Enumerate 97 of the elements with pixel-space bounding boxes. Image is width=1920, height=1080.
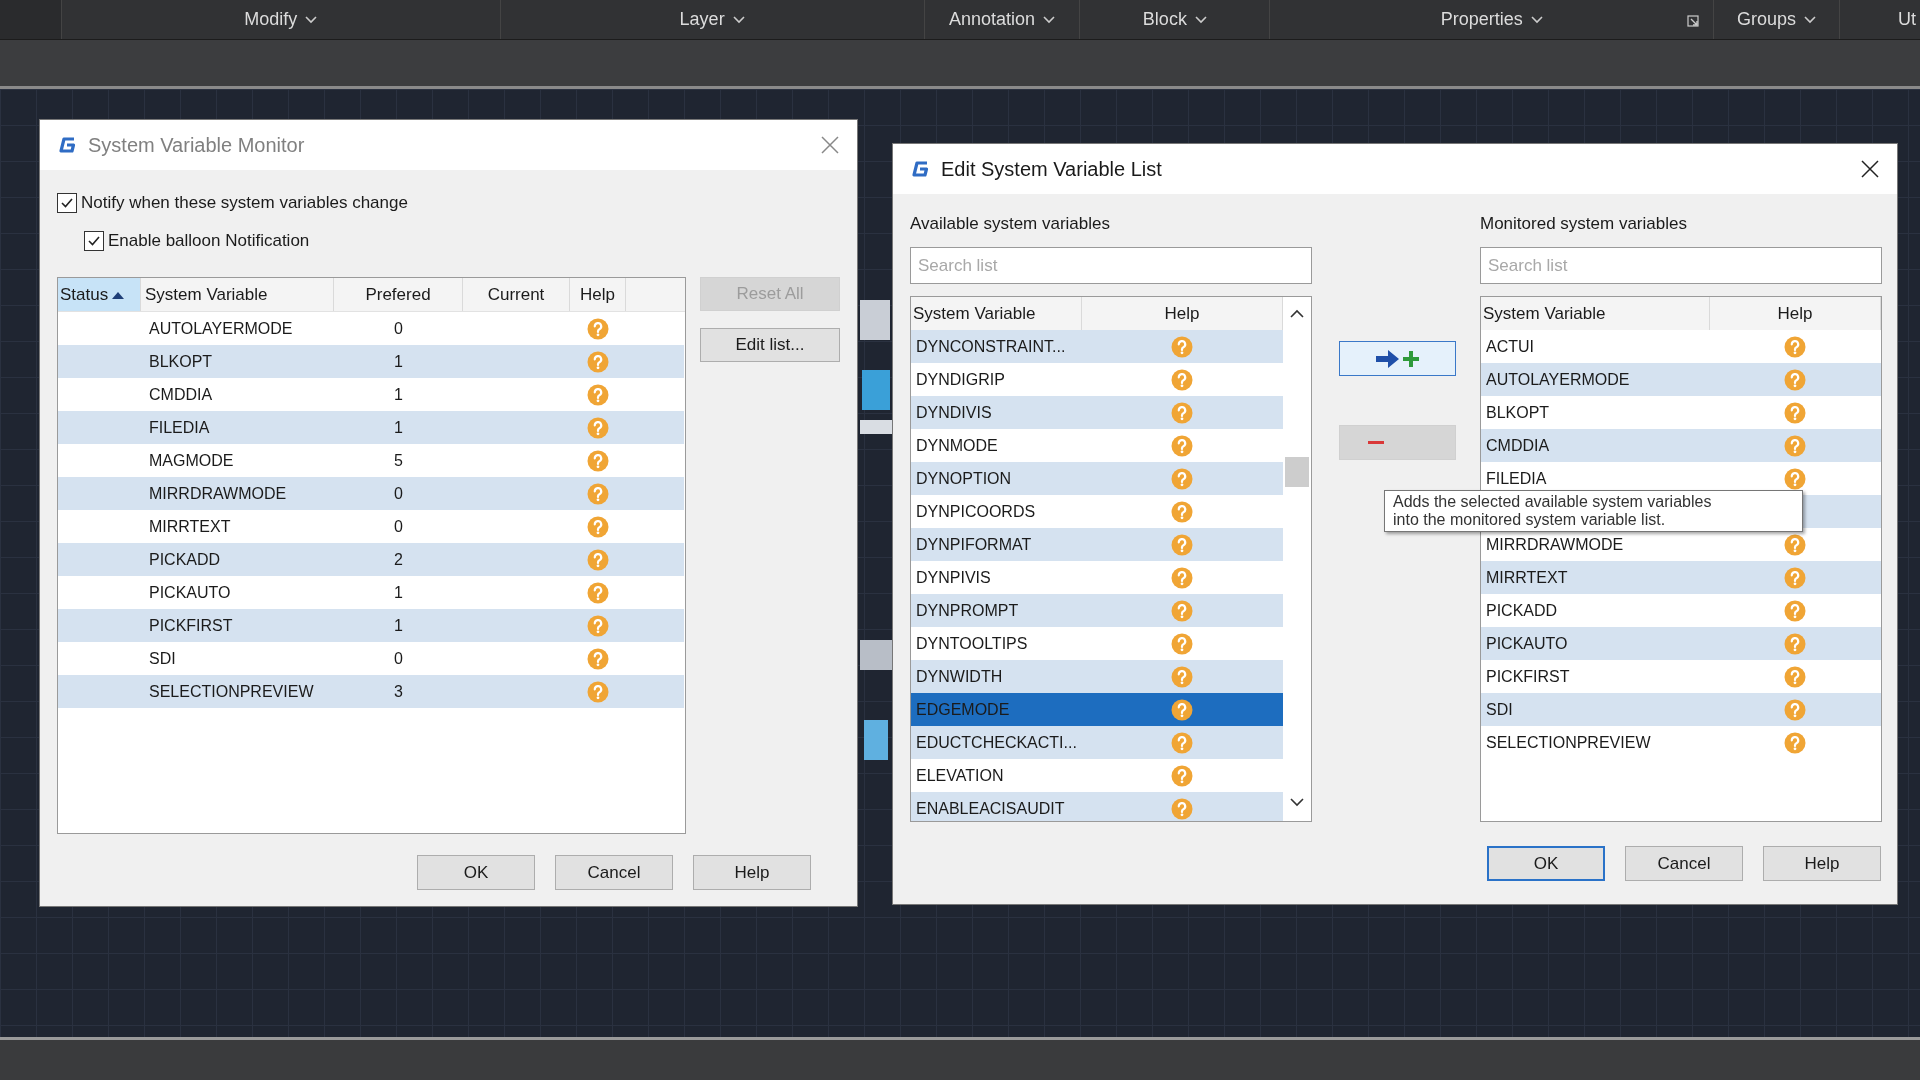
tooltip: Adds the selected available system variables into the monitored system variable list.: [1384, 490, 1803, 532]
column-header[interactable]: Prefered: [334, 278, 463, 311]
list-row[interactable]: DYNOPTION: [911, 462, 1283, 495]
dialog-button[interactable]: Edit list...: [700, 328, 840, 362]
column-header[interactable]: Current: [463, 278, 570, 311]
checkbox-label: Notify when these system variables change: [81, 193, 408, 213]
list-row[interactable]: PICKFIRST: [1481, 660, 1881, 693]
list-row[interactable]: EDUCTCHECKACTI...: [911, 726, 1283, 759]
dialog-title: System Variable Monitor: [88, 133, 306, 157]
list-row[interactable]: SDI: [1481, 693, 1881, 726]
dialog-button[interactable]: OK: [417, 855, 535, 890]
checkmark-icon: [87, 234, 101, 248]
preferred-value: 2: [394, 550, 403, 568]
variable-name: SELECTIONPREVIEW: [149, 682, 314, 700]
list-row[interactable]: MIRRTEXT: [1481, 561, 1881, 594]
checkmark-icon: [60, 196, 74, 210]
preferred-value: 0: [394, 649, 403, 667]
search-field[interactable]: Search list: [1480, 247, 1882, 284]
list-row[interactable]: DYNDIGRIP: [911, 363, 1283, 396]
chevron-down-icon[interactable]: [732, 15, 745, 24]
list-row[interactable]: AUTOLAYERMODE: [1481, 363, 1881, 396]
list-row[interactable]: CMDDIA: [1481, 429, 1881, 462]
list-row[interactable]: ACTUI: [1481, 330, 1881, 363]
list-label: Monitored system variables: [1480, 214, 1688, 235]
help-icon[interactable]: [1784, 533, 1806, 556]
preferred-value: 3: [394, 682, 403, 700]
variable-name: MIRRDRAWMODE: [149, 484, 287, 502]
list-row[interactable]: DYNCONSTRAINT...: [911, 330, 1283, 363]
variable-name: MIRRTEXT: [149, 517, 231, 535]
list-row[interactable]: DYNPICOORDS: [911, 495, 1283, 528]
column-header[interactable]: Help: [570, 278, 626, 311]
sort-ascending-icon: [112, 290, 125, 299]
close-icon[interactable]: [1861, 160, 1879, 178]
preferred-value: 5: [394, 451, 403, 469]
preferred-value: 1: [394, 616, 403, 634]
preferred-value: 1: [394, 418, 403, 436]
ribbon-panel-title[interactable]: Groups: [1737, 9, 1797, 30]
app-logo-icon: [909, 158, 931, 180]
ribbon-panel-title[interactable]: Properties: [1440, 9, 1523, 30]
chevron-down-icon[interactable]: [1043, 15, 1055, 24]
help-icon[interactable]: [1171, 698, 1193, 721]
ribbon-panel-title[interactable]: Modify: [244, 9, 298, 30]
checkbox[interactable]: [57, 193, 77, 213]
list-row[interactable]: ELEVATION: [911, 759, 1283, 792]
dialog-button[interactable]: OK: [1487, 846, 1605, 881]
list-row[interactable]: PICKADD: [1481, 594, 1881, 627]
column-header[interactable]: System Variable: [141, 278, 334, 311]
preferred-value: 1: [394, 352, 403, 370]
ribbon-panel-title[interactable]: Layer: [679, 9, 725, 30]
list-row[interactable]: PICKAUTO: [1481, 627, 1881, 660]
search-field[interactable]: Search list: [910, 247, 1312, 284]
dialog-title: Edit System Variable List: [941, 157, 1163, 181]
preferred-value: 0: [394, 319, 403, 337]
preferred-value: 0: [394, 517, 403, 535]
dialog-button[interactable]: Help: [1763, 846, 1881, 881]
dialog-button[interactable]: Cancel: [1625, 846, 1743, 881]
variable-name: PICKADD: [149, 550, 221, 568]
list-row[interactable]: DYNPIFORMAT: [911, 528, 1283, 561]
list-row[interactable]: ENABLEACISAUDIT: [911, 792, 1283, 821]
list-row[interactable]: DYNMODE: [911, 429, 1283, 462]
dialog-button[interactable]: Help: [693, 855, 811, 890]
ribbon-panel-title[interactable]: Block: [1142, 9, 1187, 30]
app-logo-icon: [56, 134, 78, 156]
column-header[interactable]: System Variable: [1481, 297, 1710, 330]
dialog-launcher-icon[interactable]: [1687, 15, 1700, 27]
remove-button[interactable]: [1339, 425, 1456, 460]
chevron-down-icon[interactable]: [1804, 15, 1817, 24]
chevron-down-icon[interactable]: [1194, 15, 1207, 24]
dialog-button[interactable]: Cancel: [555, 855, 673, 890]
variable-name: BLKOPT: [149, 352, 213, 370]
list-row[interactable]: DYNWIDTH: [911, 660, 1283, 693]
chevron-down-icon[interactable]: [305, 15, 318, 24]
variable-name: FILEDIA: [149, 418, 210, 436]
list-row[interactable]: SELECTIONPREVIEW: [1481, 726, 1881, 759]
checkbox[interactable]: [84, 231, 104, 251]
list-row[interactable]: DYNPROMPT: [911, 594, 1283, 627]
variable-name: PICKFIRST: [149, 616, 233, 634]
preferred-value: 1: [394, 385, 403, 403]
variable-name: SDI: [149, 649, 176, 667]
preferred-value: 0: [394, 484, 403, 502]
preferred-value: 1: [394, 583, 403, 601]
add-button[interactable]: [1339, 341, 1456, 376]
variable-name: CMDDIA: [149, 385, 213, 403]
variable-name: AUTOLAYERMODE: [149, 319, 293, 337]
chevron-down-icon[interactable]: [1530, 15, 1543, 24]
variable-name: PICKAUTO: [149, 583, 231, 601]
list-row[interactable]: DYNPIVIS: [911, 561, 1283, 594]
list-row[interactable]: DYNDIVIS: [911, 396, 1283, 429]
column-header[interactable]: Help: [1710, 297, 1881, 330]
ribbon-panel-title[interactable]: Ut: [1898, 9, 1916, 30]
checkbox-label: Enable balloon Notification: [108, 231, 310, 251]
list-label: Available system variables: [910, 214, 1111, 235]
column-header[interactable]: Status: [58, 278, 141, 311]
list-row[interactable]: BLKOPT: [1481, 396, 1881, 429]
variable-name: MAGMODE: [149, 451, 234, 469]
ribbon-panel-title[interactable]: Annotation: [948, 9, 1035, 30]
list-row[interactable]: DYNTOOLTIPS: [911, 627, 1283, 660]
